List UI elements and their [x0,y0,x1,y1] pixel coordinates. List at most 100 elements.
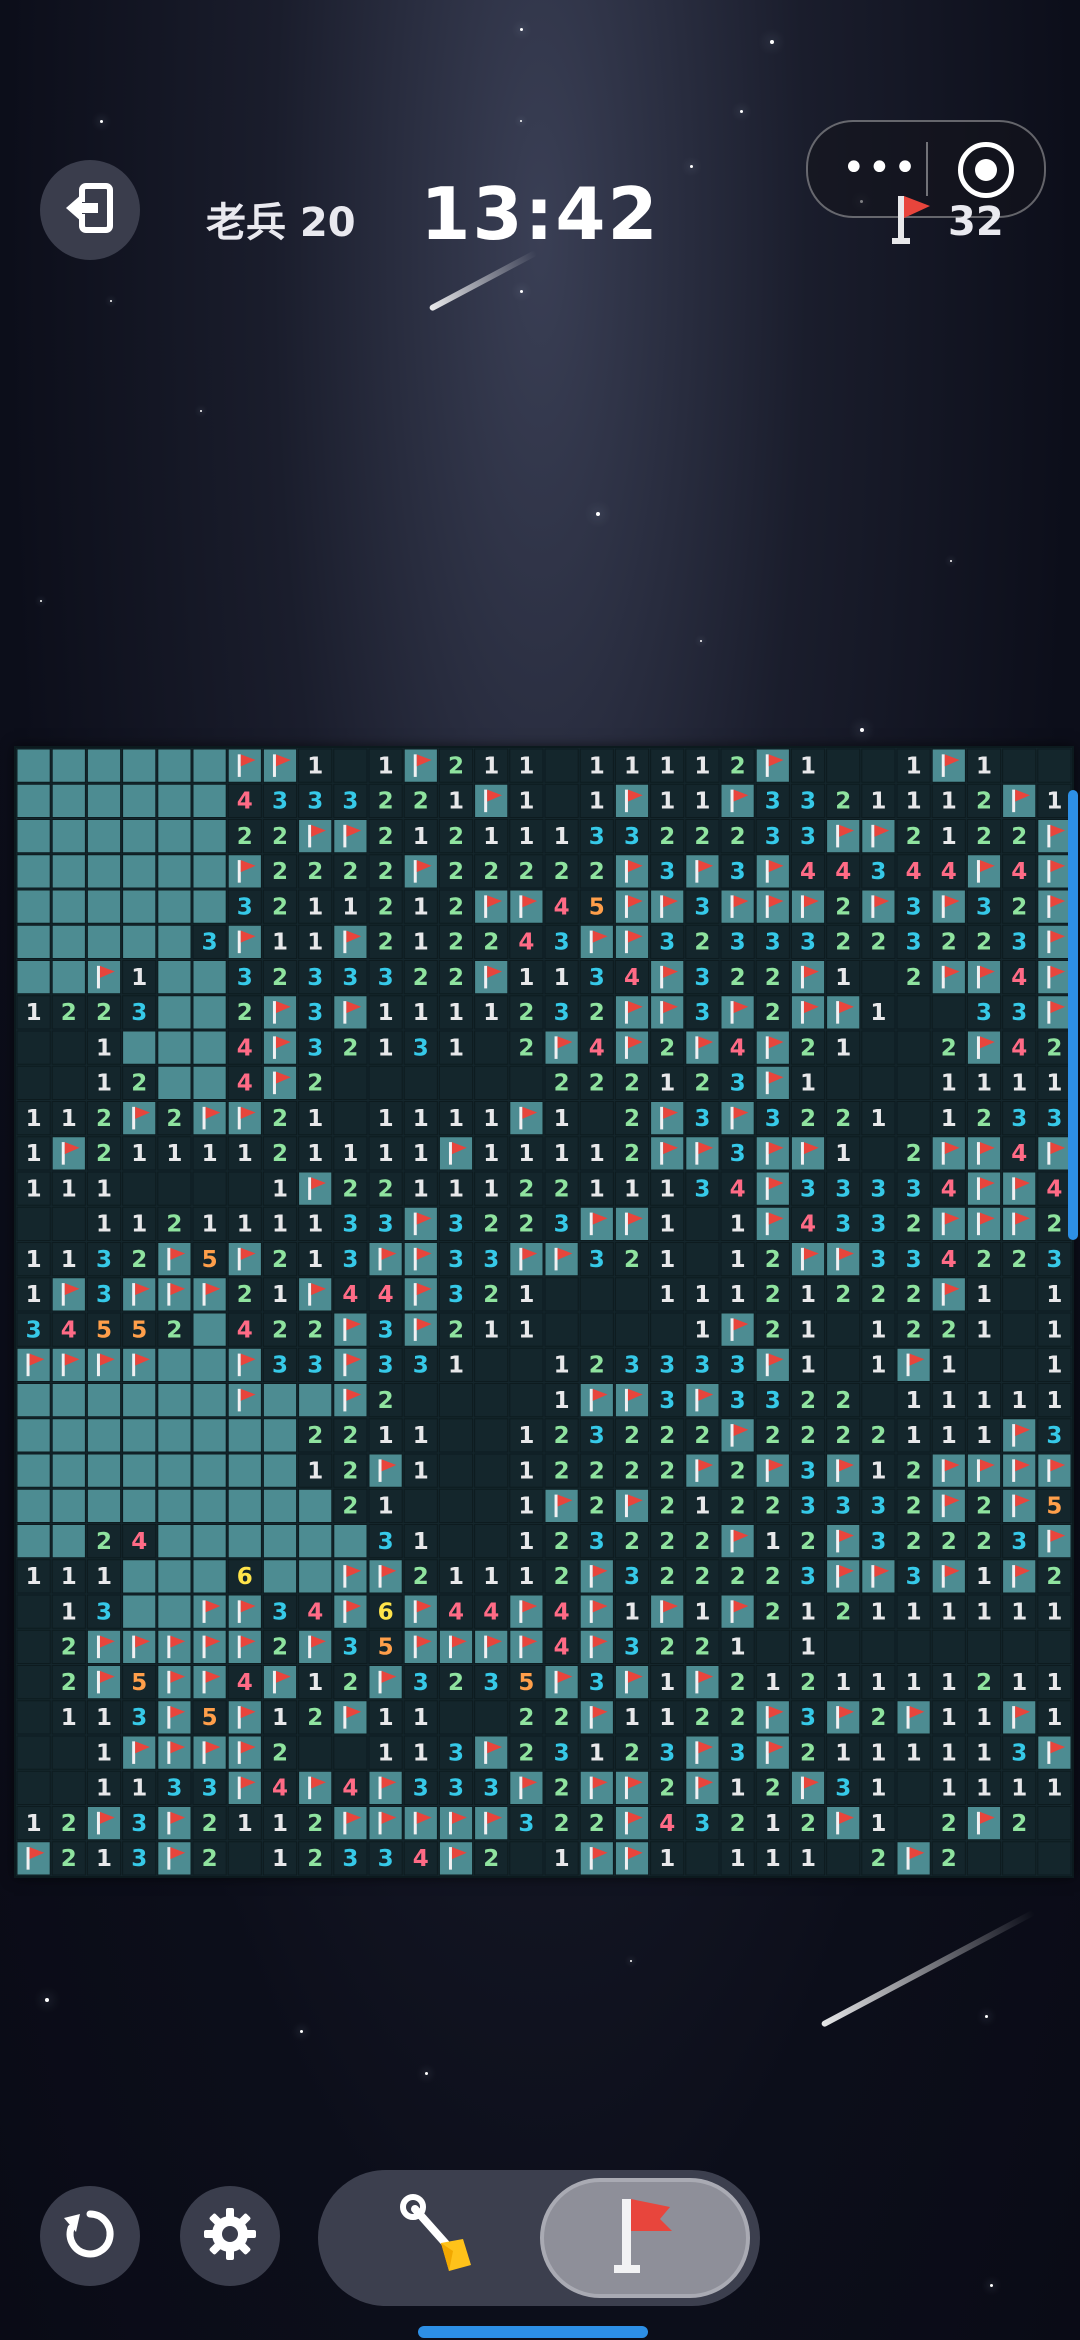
board-cell[interactable] [861,1065,896,1100]
board-cell[interactable] [86,924,122,959]
board-cell[interactable]: 2 [1002,1806,1037,1841]
flag-icon[interactable] [262,1065,298,1100]
board-cell[interactable]: 3 [720,1065,755,1100]
flag-icon[interactable] [861,1559,896,1594]
board-cell[interactable]: 2 [790,1665,826,1700]
board-cell[interactable]: 2 [333,1030,368,1065]
board-cell[interactable]: 1 [650,1065,685,1100]
board-cell[interactable]: 1 [368,1136,403,1171]
board-cell[interactable] [685,1841,720,1876]
flag-icon[interactable] [403,1312,438,1347]
board-cell[interactable]: 1 [368,995,403,1030]
board-cell[interactable]: 2 [368,889,403,924]
board-cell[interactable]: 1 [861,1312,896,1347]
board-cell[interactable]: 1 [614,1594,650,1629]
board-cell[interactable] [16,1594,51,1629]
board-cell[interactable]: 2 [826,924,861,959]
board-cell[interactable] [262,1559,298,1594]
board-cell[interactable]: 2 [755,1488,790,1523]
flag-icon[interactable] [755,1206,790,1241]
board-cell[interactable] [16,1700,51,1735]
flag-icon[interactable] [931,1136,966,1171]
flag-icon[interactable] [755,1030,790,1065]
board-cell[interactable]: 3 [650,1347,685,1382]
board-cell[interactable]: 2 [790,1524,826,1559]
board-cell[interactable]: 2 [509,1171,544,1206]
board-cell[interactable]: 2 [931,1030,966,1065]
board-cell[interactable] [122,1383,157,1418]
flag-icon[interactable] [579,924,614,959]
board-cell[interactable]: 3 [262,783,298,818]
flag-icon[interactable] [1037,1453,1072,1488]
board-cell[interactable] [157,819,192,854]
board-cell[interactable]: 3 [1002,995,1037,1030]
flag-icon[interactable] [368,1806,403,1841]
flag-icon[interactable] [579,1594,614,1629]
board-cell[interactable]: 1 [650,1206,685,1241]
board-cell[interactable]: 2 [368,854,403,889]
flag-icon[interactable] [227,1383,262,1418]
board-cell[interactable]: 2 [614,1418,650,1453]
board-cell[interactable]: 1 [192,1136,227,1171]
board-cell[interactable] [192,1524,227,1559]
board-cell[interactable]: 2 [298,1065,333,1100]
board-cell[interactable]: 2 [509,1030,544,1065]
flag-icon[interactable] [685,1735,720,1770]
board-cell[interactable] [298,1383,333,1418]
board-cell[interactable] [192,1347,227,1382]
board-cell[interactable]: 3 [1002,924,1037,959]
flag-icon[interactable] [1037,1735,1072,1770]
flag-icon[interactable] [333,1312,368,1347]
flag-icon[interactable] [262,1665,298,1700]
board-cell[interactable]: 3 [333,960,368,995]
board-cell[interactable] [861,748,896,783]
board-cell[interactable]: 1 [685,748,720,783]
board-cell[interactable]: 1 [826,1136,861,1171]
board-cell[interactable]: 1 [368,1418,403,1453]
board-cell[interactable]: 1 [579,1735,614,1770]
board-cell[interactable] [16,1770,51,1805]
flag-icon[interactable] [790,995,826,1030]
flag-icon[interactable] [931,1206,966,1241]
board-cell[interactable] [931,1629,966,1664]
board-cell[interactable] [16,889,51,924]
board-cell[interactable]: 1 [509,960,544,995]
board-cell[interactable]: 2 [861,1700,896,1735]
flag-icon[interactable] [826,1559,861,1594]
board-cell[interactable]: 3 [403,1665,438,1700]
board-cell[interactable] [474,1347,509,1382]
board-cell[interactable]: 2 [298,1418,333,1453]
flag-icon[interactable] [368,1770,403,1805]
flag-icon[interactable] [579,1700,614,1735]
board-cell[interactable]: 2 [650,1488,685,1523]
board-cell[interactable]: 1 [1037,1277,1072,1312]
board-cell[interactable]: 1 [474,1312,509,1347]
board-cell[interactable] [1037,1629,1072,1664]
board-cell[interactable]: 1 [509,1524,544,1559]
board-cell[interactable]: 1 [614,1700,650,1735]
board-cell[interactable] [51,1770,86,1805]
board-cell[interactable]: 2 [720,1700,755,1735]
board-cell[interactable]: 2 [544,1171,579,1206]
board-cell[interactable] [157,748,192,783]
board-cell[interactable] [157,1559,192,1594]
board-cell[interactable] [157,1383,192,1418]
board-cell[interactable] [122,1171,157,1206]
board-cell[interactable]: 1 [544,960,579,995]
board-cell[interactable]: 2 [262,1136,298,1171]
board-cell[interactable]: 3 [86,1242,122,1277]
board-cell[interactable]: 2 [1037,1559,1072,1594]
board-cell[interactable]: 3 [1002,1101,1037,1136]
flag-icon[interactable] [1002,1559,1037,1594]
board-cell[interactable] [157,854,192,889]
board-cell[interactable]: 1 [861,1735,896,1770]
board-cell[interactable] [227,1524,262,1559]
board-cell[interactable]: 3 [755,1383,790,1418]
board-cell[interactable]: 1 [298,889,333,924]
board-cell[interactable] [333,1524,368,1559]
board-cell[interactable]: 1 [544,1347,579,1382]
board-cell[interactable]: 1 [403,924,438,959]
flag-icon[interactable] [755,889,790,924]
flag-icon[interactable] [826,1524,861,1559]
flag-icon[interactable] [298,819,333,854]
